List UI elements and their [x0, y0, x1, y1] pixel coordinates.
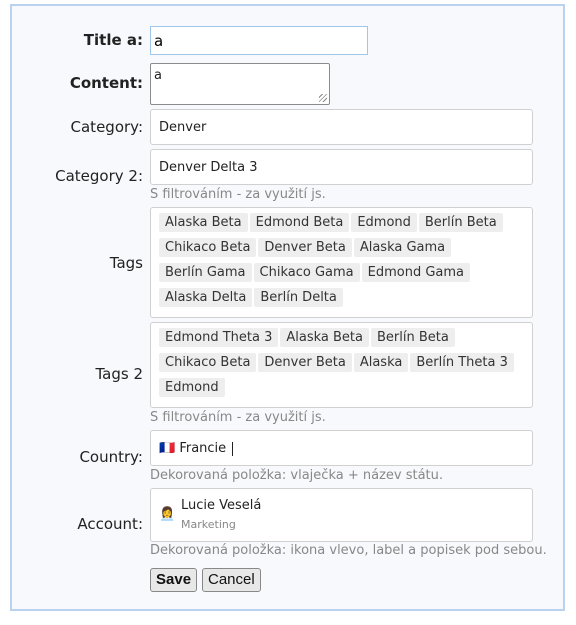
tag-chip[interactable]: Alaska Beta: [159, 213, 248, 232]
tag-chip[interactable]: Edmond Gama: [361, 263, 471, 282]
category2-label: Category 2:: [55, 167, 143, 185]
tag-chip[interactable]: Berlín Beta: [370, 328, 455, 347]
tag-chip[interactable]: Berlín Beta: [418, 213, 503, 232]
tags2-multiselect[interactable]: Edmond Theta 3 Alaska Beta Berlín Beta Chik…: [150, 322, 533, 408]
content-label: Content:: [69, 74, 143, 92]
account-select[interactable]: 👩‍💼 Lucie Veselá Marketing: [150, 488, 533, 542]
country-label: Country:: [79, 448, 143, 466]
tag-chip[interactable]: Edmond Theta 3: [159, 328, 279, 347]
tag-chip[interactable]: Alaska Gama: [353, 238, 452, 257]
account-name: Lucie Veselá: [181, 498, 262, 513]
resize-handle-icon[interactable]: [319, 94, 327, 102]
account-label: Account:: [77, 515, 143, 533]
account-hint: Dekorovaná položka: ikona vlevo, label a…: [150, 543, 547, 558]
account-description: Marketing: [181, 518, 236, 531]
title-label: Title a:: [83, 31, 143, 49]
france-flag-icon: 🇫🇷: [159, 441, 176, 456]
filter-hint: S filtrováním - za využití js.: [150, 187, 326, 202]
country-hint: Dekorovaná položka: vlaječka + název stá…: [150, 468, 444, 483]
save-button[interactable]: Save: [150, 568, 198, 592]
tags-label: Tags: [109, 254, 143, 272]
tag-chip[interactable]: Chikaco Beta: [159, 353, 257, 372]
tag-chip[interactable]: Chikaco Beta: [159, 238, 257, 257]
tag-chip[interactable]: Edmond: [351, 213, 417, 232]
filter-hint-2: S filtrováním - za využití js.: [150, 410, 326, 425]
category-label: Category:: [70, 118, 143, 136]
country-value: Francie: [179, 441, 227, 456]
tag-chip[interactable]: Edmond Beta: [249, 213, 350, 232]
tag-chip[interactable]: Alaska Beta: [280, 328, 369, 347]
tag-chip[interactable]: Chikaco Gama: [253, 263, 360, 282]
tag-chip[interactable]: Alaska: [353, 353, 409, 372]
tag-chip[interactable]: Berlín Gama: [159, 263, 252, 282]
tag-chip[interactable]: Berlín Theta 3: [410, 353, 514, 372]
country-value-wrap: 🇫🇷 Francie: [159, 441, 234, 456]
tag-chip[interactable]: Denver Beta: [258, 238, 352, 257]
category2-select[interactable]: Denver Delta 3: [150, 149, 533, 185]
text-cursor: [232, 441, 234, 456]
content-textarea[interactable]: a: [150, 63, 330, 105]
tag-chip[interactable]: Edmond: [159, 378, 225, 397]
tag-chip[interactable]: Denver Beta: [258, 353, 352, 372]
title-input[interactable]: [150, 26, 368, 55]
account-person-icon: 👩‍💼: [159, 507, 176, 522]
tags-multiselect[interactable]: Alaska Beta Edmond Beta Edmond Berlín Beta C…: [150, 207, 533, 318]
category2-value: Denver Delta 3: [159, 160, 258, 175]
tag-chip[interactable]: Berlín Delta: [254, 288, 343, 307]
form-panel: Title a: Content: a Category: Denver Cat…: [10, 4, 565, 611]
cancel-button[interactable]: Cancel: [202, 568, 261, 592]
category-select[interactable]: Denver: [150, 109, 533, 145]
content-value: a: [154, 68, 162, 83]
tag-chip[interactable]: Alaska Delta: [159, 288, 253, 307]
category-value: Denver: [159, 120, 207, 135]
tags2-label: Tags 2: [95, 365, 143, 383]
country-select[interactable]: 🇫🇷 Francie: [150, 430, 533, 466]
